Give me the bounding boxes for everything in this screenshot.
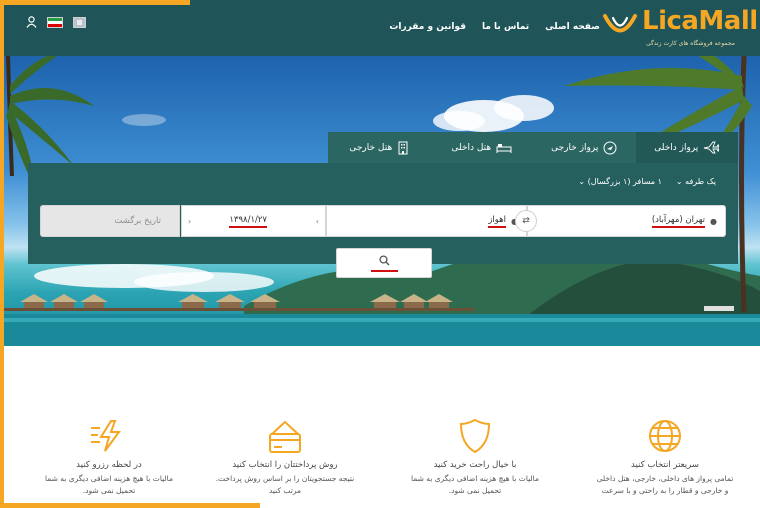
frame-left-border (0, 0, 4, 508)
trip-type-value: یک طرفه (685, 177, 716, 186)
search-options: یک طرفه ⌄ ۱ مسافر (۱ بزرگسال) ⌄ (578, 177, 716, 186)
tab-domestic-flight-label: پرواز داخلی (654, 142, 699, 153)
frame-top-border (0, 0, 190, 5)
search-button[interactable] (336, 248, 432, 278)
chevron-down-icon: ⌄ (675, 177, 683, 186)
feature-title: با خیال راحت خرید کنید (433, 460, 517, 470)
logo-tagline: مجموعه فروشگاه های کارت زندگی (646, 40, 735, 47)
return-date-placeholder: تاریخ برگشت (114, 216, 161, 226)
destination-field[interactable]: ● اهواز (326, 205, 527, 237)
tab-international-hotel-label: هتل خارجی (349, 142, 393, 153)
origin-value: تهران (مهرآباد) (651, 215, 706, 228)
chevron-left-icon[interactable]: ‹ (188, 217, 191, 226)
search-tabs: پرواز داخلی پرواز خارجی هتل داخلی هتل خا… (328, 132, 738, 163)
iran-flag-icon[interactable] (47, 16, 63, 28)
tab-international-flight[interactable]: پرواز خارجی (533, 132, 636, 163)
swap-route-button[interactable]: ⇄ (515, 210, 537, 232)
bed-icon (496, 143, 512, 153)
feature-desc-line: تحمیل نمی شود. (448, 486, 502, 495)
globe-plane-icon (603, 141, 617, 154)
credit-card-icon (269, 420, 301, 453)
return-date-field[interactable]: تاریخ برگشت (40, 205, 180, 237)
feature-desc-line: تمامی پرواز های داخلی، خارجی، هتل داخلی (596, 474, 734, 483)
feature-desc-line: و خارجی و قطار را به راحتی و با سرعت (601, 486, 729, 495)
tab-domestic-hotel[interactable]: هتل داخلی (431, 132, 534, 163)
tab-domestic-flight[interactable]: پرواز داخلی (635, 132, 738, 163)
nav-home[interactable]: صفحه اصلی (545, 22, 600, 32)
tab-domestic-hotel-label: هتل داخلی (451, 142, 492, 153)
tab-international-hotel[interactable]: هتل خارجی (328, 132, 431, 163)
feature-fast-select: سریعتر انتخاب کنید تمامی پرواز های داخلی… (590, 418, 740, 497)
location-pin-icon: ● (710, 216, 717, 226)
frame-bottom-border (0, 503, 260, 508)
airplane-icon (704, 141, 720, 154)
trip-type-select[interactable]: یک طرفه ⌄ (676, 177, 716, 186)
site-logo[interactable]: LicaMall مجموعه فروشگاه های کارت زندگی (600, 6, 760, 50)
feature-desc-line: مالیات با هیچ هزینه اضافی دیگری به شما (411, 474, 539, 483)
passengers-select[interactable]: ۱ مسافر (۱ بزرگسال) ⌄ (578, 177, 662, 186)
search-icon (370, 254, 398, 272)
feature-title: در لحظه رزرو کنید (76, 460, 142, 470)
lightning-icon (91, 420, 121, 452)
origin-field[interactable]: ● تهران (مهرآباد) (527, 205, 726, 237)
logo-wordmark: LicaMall (642, 6, 758, 36)
nav-terms[interactable]: قوانین و مقررات (389, 22, 466, 32)
departure-date-value: ۱۳۹۸/۱/۲۷ (229, 215, 267, 228)
swap-icon: ⇄ (522, 216, 530, 226)
feature-secure-purchase: با خیال راحت خرید کنید مالیات با هیچ هزی… (400, 418, 550, 497)
chevron-right-icon[interactable]: › (316, 217, 319, 226)
uk-flag-icon[interactable] (73, 16, 86, 28)
feature-desc-line: مرتب کنید (268, 486, 302, 495)
site-header: LicaMall مجموعه فروشگاه های کارت زندگی ص… (4, 0, 760, 56)
main-nav: صفحه اصلی تماس با ما قوانین و مقررات (389, 22, 600, 32)
feature-payment-method: روش پرداختتان را انتخاب کنید نتیجه جستجو… (210, 418, 360, 497)
shield-icon (459, 418, 491, 454)
nav-contact[interactable]: تماس با ما (482, 22, 529, 32)
globe-icon (649, 420, 681, 452)
hotel-building-icon (398, 141, 408, 155)
feature-instant-booking: در لحظه رزرو کنید مالیات با هیچ هزینه اض… (34, 418, 184, 497)
feature-desc-line: تحمیل نمی شود. (82, 486, 136, 495)
feature-title: سریعتر انتخاب کنید (631, 460, 699, 470)
user-icon[interactable] (26, 16, 37, 28)
passengers-value: ۱ مسافر (۱ بزرگسال) (587, 177, 662, 186)
utility-bar (26, 16, 86, 28)
feature-title: روش پرداختتان را انتخاب کنید (232, 460, 338, 470)
destination-value: اهواز (488, 215, 507, 228)
departure-date-field[interactable]: › ۱۳۹۸/۱/۲۷ ‹ (181, 205, 326, 237)
feature-desc-line: مالیات با هیچ هزینه اضافی دیگری به شما (45, 474, 173, 483)
tab-international-flight-label: پرواز خارجی (551, 142, 599, 153)
feature-desc-line: نتیجه جستجویتان را بر اساس روش پرداخت. (215, 474, 355, 483)
logo-mark-icon (603, 14, 637, 33)
chevron-down-icon: ⌄ (578, 177, 586, 186)
